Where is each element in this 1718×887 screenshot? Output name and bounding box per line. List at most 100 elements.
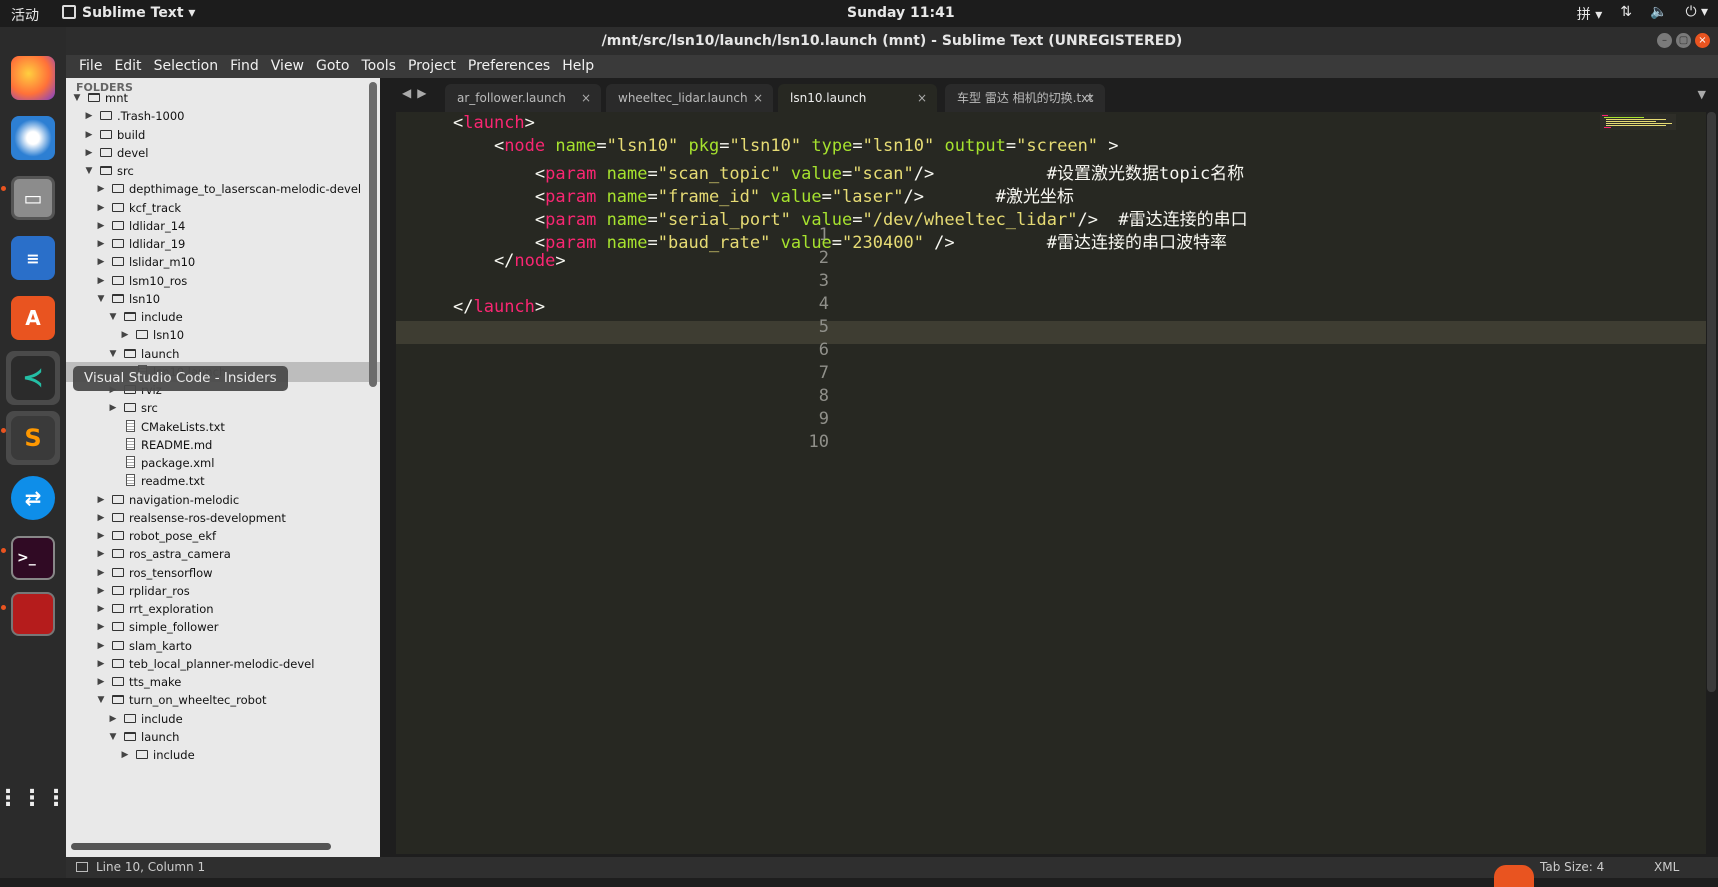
sidebar-folder-item[interactable]: ▼ lsn10: [66, 289, 380, 309]
sidebar-folder-item[interactable]: ▶ lsn10: [66, 325, 380, 345]
sidebar-folder-item[interactable]: ▶ tts_make: [66, 672, 380, 692]
collapsed-arrow-icon[interactable]: ▶: [84, 106, 94, 126]
tab-list-menu-icon[interactable]: ▼: [1698, 88, 1706, 101]
collapsed-arrow-icon[interactable]: ▶: [96, 179, 106, 199]
collapsed-arrow-icon[interactable]: ▶: [96, 581, 106, 601]
sidebar-folder-item[interactable]: ▶ .Trash-1000: [66, 106, 380, 126]
sublime-text-icon[interactable]: S: [6, 411, 60, 465]
sidebar-folder-item[interactable]: ▼ launch: [66, 344, 380, 364]
sidebar-folder-item[interactable]: ▶ ldlidar_14: [66, 216, 380, 236]
sidebar-folder-item[interactable]: ▶ lsm10_ros: [66, 271, 380, 291]
app-menu[interactable]: Sublime Text ▾: [62, 5, 195, 21]
sidebar-folder-item[interactable]: ▼ turn_on_wheeltec_robot: [66, 690, 380, 710]
menu-help[interactable]: Help: [556, 55, 600, 78]
activities-button[interactable]: 活动: [11, 5, 39, 25]
sidebar-folder-item[interactable]: ▶ include: [66, 745, 380, 765]
collapsed-arrow-icon[interactable]: ▶: [96, 252, 106, 272]
menu-selection[interactable]: Selection: [148, 55, 225, 78]
menu-tools[interactable]: Tools: [355, 55, 402, 78]
collapsed-arrow-icon[interactable]: ▶: [96, 490, 106, 510]
expanded-arrow-icon[interactable]: ▼: [84, 161, 94, 181]
sidebar-folder-item[interactable]: ▶ teb_local_planner-melodic-devel: [66, 654, 380, 674]
sidebar-folder-item[interactable]: ▶ rrt_exploration: [66, 599, 380, 619]
power-icon[interactable]: ⏻ ▾: [1685, 4, 1708, 24]
expanded-arrow-icon[interactable]: ▼: [108, 727, 118, 747]
tab-close-icon[interactable]: ×: [753, 84, 763, 112]
collapsed-arrow-icon[interactable]: ▶: [96, 672, 106, 692]
network-icon[interactable]: ⇅: [1620, 4, 1632, 24]
teamviewer-icon[interactable]: ⇄: [6, 471, 60, 525]
tab-nav-arrows[interactable]: ◀▶: [402, 86, 432, 100]
sidebar-horizontal-scrollbar[interactable]: [71, 843, 331, 850]
collapsed-arrow-icon[interactable]: ▶: [96, 544, 106, 564]
clock[interactable]: Sunday 11:41: [847, 5, 955, 21]
sidebar-folder-item[interactable]: ▶ depthimage_to_laserscan-melodic-devel: [66, 179, 380, 199]
libreoffice-writer-icon[interactable]: ≡: [6, 231, 60, 285]
terminal-icon[interactable]: >_: [6, 531, 60, 585]
sidebar-folder-item[interactable]: ▶ ros_tensorflow: [66, 563, 380, 583]
sidebar-folder-item[interactable]: ▶ robot_pose_ekf: [66, 526, 380, 546]
syntax-selector[interactable]: XML: [1654, 857, 1679, 878]
sidebar-folder-item[interactable]: ▼ include: [66, 307, 380, 327]
expanded-arrow-icon[interactable]: ▼: [108, 344, 118, 364]
firefox-icon[interactable]: [6, 51, 60, 105]
sidebar-file-item[interactable]: README.md: [66, 435, 380, 455]
collapsed-arrow-icon[interactable]: ▶: [96, 654, 106, 674]
minimize-icon[interactable]: –: [1657, 33, 1672, 48]
sidebar-folder-item[interactable]: ▼ src: [66, 161, 380, 181]
sidebar-folder-item[interactable]: ▶ lslidar_m10: [66, 252, 380, 272]
sidebar-folder-item[interactable]: ▶ kcf_track: [66, 198, 380, 218]
sidebar-folder-item[interactable]: ▶ include: [66, 709, 380, 729]
minimap[interactable]: [1600, 114, 1676, 130]
menu-project[interactable]: Project: [402, 55, 462, 78]
sidebar-file-item[interactable]: CMakeLists.txt: [66, 417, 380, 437]
show-applications-icon[interactable]: ⋮⋮⋮: [0, 771, 67, 825]
collapsed-arrow-icon[interactable]: ▶: [96, 234, 106, 254]
sidebar-scrollbar[interactable]: [369, 82, 377, 387]
sidebar-folder-item[interactable]: ▼ mnt: [66, 88, 380, 108]
expanded-arrow-icon[interactable]: ▼: [96, 690, 106, 710]
sidebar-folder-item[interactable]: ▶ rplidar_ros: [66, 581, 380, 601]
terminator-icon[interactable]: [6, 587, 60, 641]
collapsed-arrow-icon[interactable]: ▶: [96, 617, 106, 637]
collapsed-arrow-icon[interactable]: ▶: [96, 271, 106, 291]
panel-toggle-icon[interactable]: [76, 862, 88, 872]
collapsed-arrow-icon[interactable]: ▶: [108, 398, 118, 418]
thunderbird-icon[interactable]: [6, 111, 60, 165]
expanded-arrow-icon[interactable]: ▼: [108, 307, 118, 327]
collapsed-arrow-icon[interactable]: ▶: [96, 563, 106, 583]
collapsed-arrow-icon[interactable]: ▶: [120, 745, 130, 765]
tab-size-selector[interactable]: Tab Size: 4: [1540, 857, 1604, 878]
tab-close-icon[interactable]: ×: [1085, 84, 1095, 112]
files-icon[interactable]: ▭: [6, 171, 60, 225]
expanded-arrow-icon[interactable]: ▼: [96, 289, 106, 309]
menu-edit[interactable]: Edit: [108, 55, 147, 78]
editor-tab[interactable]: wheeltec_lidar.launch ×: [606, 84, 773, 112]
vscode-insiders-icon[interactable]: ≺: [6, 351, 60, 405]
sidebar-file-item[interactable]: package.xml: [66, 453, 380, 473]
maximize-icon[interactable]: ▢: [1676, 33, 1691, 48]
sidebar-folder-item[interactable]: ▶ ldlidar_19: [66, 234, 380, 254]
expanded-arrow-icon[interactable]: ▼: [72, 88, 82, 108]
sidebar-folder-item[interactable]: ▶ devel: [66, 143, 380, 163]
sidebar-folder-item[interactable]: ▼ launch: [66, 727, 380, 747]
editor-scrollbar[interactable]: [1707, 112, 1716, 692]
close-icon[interactable]: ×: [1695, 33, 1710, 48]
menu-file[interactable]: File: [73, 55, 108, 78]
collapsed-arrow-icon[interactable]: ▶: [96, 636, 106, 656]
editor-tab[interactable]: 车型 雷达 相机的切换.txt ×: [945, 84, 1105, 112]
sidebar-folder-item[interactable]: ▶ slam_karto: [66, 636, 380, 656]
collapsed-arrow-icon[interactable]: ▶: [96, 216, 106, 236]
menu-view[interactable]: View: [265, 55, 310, 78]
editor-tab[interactable]: ar_follower.launch ×: [445, 84, 601, 112]
menu-find[interactable]: Find: [224, 55, 265, 78]
tab-close-icon[interactable]: ×: [917, 84, 927, 112]
menu-preferences[interactable]: Preferences: [462, 55, 556, 78]
collapsed-arrow-icon[interactable]: ▶: [96, 599, 106, 619]
collapsed-arrow-icon[interactable]: ▶: [96, 526, 106, 546]
editor-tab[interactable]: lsn10.launch ×: [778, 84, 937, 112]
tab-close-icon[interactable]: ×: [581, 84, 591, 112]
sidebar-folder-item[interactable]: ▶ simple_follower: [66, 617, 380, 637]
collapsed-arrow-icon[interactable]: ▶: [120, 325, 130, 345]
sidebar-folder-item[interactable]: ▶ src: [66, 398, 380, 418]
